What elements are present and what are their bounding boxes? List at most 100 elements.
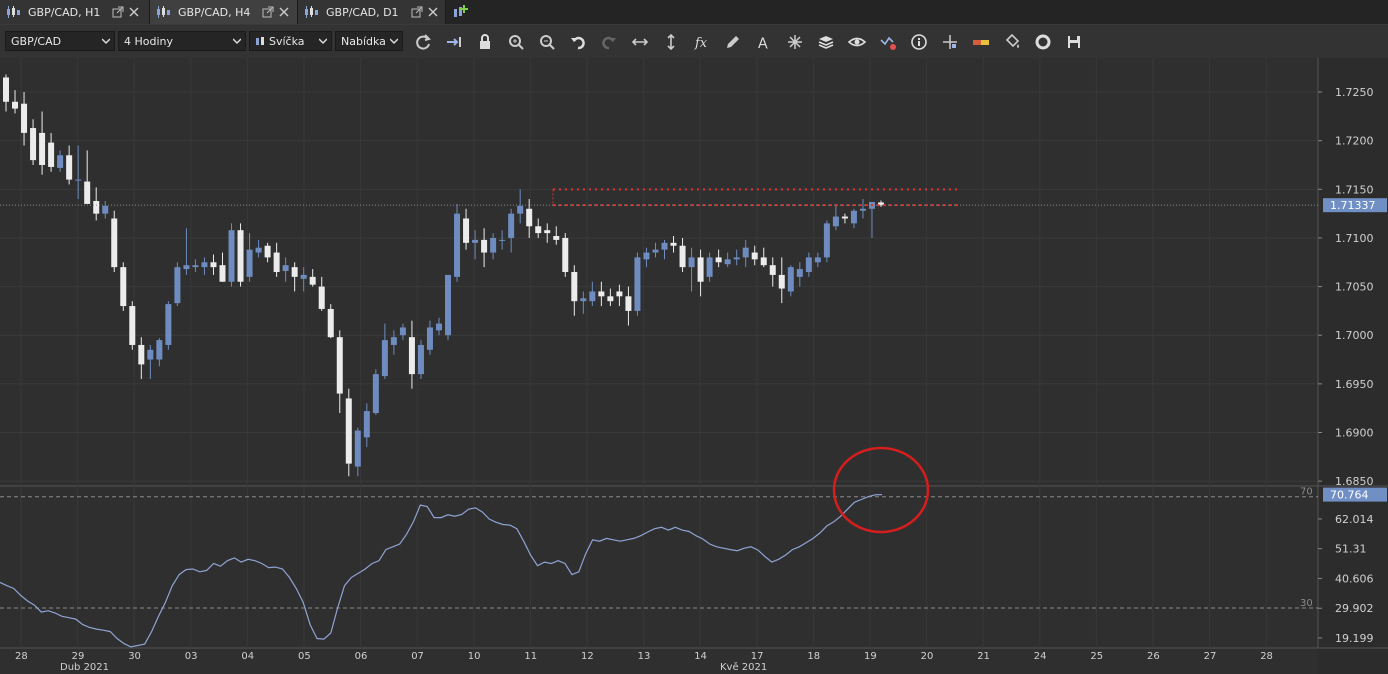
horizontal-arrows-icon — [631, 38, 649, 46]
candle-body — [291, 267, 298, 277]
close-icon[interactable] — [427, 6, 439, 18]
price-tick-label: 1.7050 — [1335, 281, 1374, 294]
tab-gbpcad-h1[interactable]: GBP/CAD, H1 — [0, 0, 150, 24]
price-tick-label: 1.7100 — [1335, 232, 1374, 245]
indicators-fx-icon: fx — [694, 36, 708, 51]
candle-body — [715, 257, 722, 263]
candle-body — [3, 77, 9, 102]
crosshair-star-button[interactable] — [783, 30, 807, 54]
chart-alert-button[interactable] — [876, 30, 900, 54]
eye-button[interactable] — [845, 30, 869, 54]
time-tick-label: 17 — [751, 651, 764, 662]
current-price-label: 1.71337 — [1330, 199, 1376, 212]
save-icon — [1068, 36, 1080, 48]
candle-body — [138, 344, 145, 365]
auto-scroll-button[interactable] — [442, 30, 466, 54]
cursor-cross-button[interactable] — [938, 30, 962, 54]
candle-icon — [256, 37, 264, 45]
vertical-arrows-button[interactable] — [659, 30, 683, 54]
popout-icon[interactable] — [411, 6, 423, 18]
candle-body — [174, 267, 181, 304]
candle-body — [75, 179, 82, 181]
pencil-button[interactable] — [721, 30, 745, 54]
candle-body — [724, 259, 731, 265]
price-tick-label: 1.7000 — [1335, 329, 1374, 342]
lock-button[interactable] — [473, 30, 497, 54]
time-tick-label: 19 — [864, 651, 877, 662]
rsi-tick-label: 40.606 — [1335, 572, 1374, 585]
time-tick-label: 10 — [468, 651, 481, 662]
candle-body — [499, 239, 506, 241]
candle-body — [237, 230, 244, 282]
horizontal-arrows-button[interactable] — [628, 30, 652, 54]
candle-body — [201, 262, 208, 268]
rsi-tick-label: 62.014 — [1335, 513, 1374, 526]
tab-gbpcad-h4[interactable]: GBP/CAD, H4 — [150, 0, 298, 24]
candle-body — [472, 239, 479, 243]
candle-body — [760, 257, 767, 266]
chart-toolbar: GBP/CAD 4 Hodiny Svíčka Nabídka fx A. — [0, 25, 1388, 59]
candle-body — [778, 274, 785, 289]
candle-chart-icon — [157, 6, 170, 18]
popout-icon[interactable] — [112, 6, 124, 18]
candle-body — [309, 276, 316, 285]
symbol-select[interactable]: GBP/CAD — [5, 31, 115, 51]
price-type-value: Nabídka — [341, 34, 386, 48]
chart-background — [0, 58, 1388, 674]
timeframe-select[interactable]: 4 Hodiny — [118, 31, 246, 51]
zoom-out-button[interactable] — [535, 30, 559, 54]
candle-body — [255, 247, 262, 253]
pencil-icon — [727, 36, 739, 48]
close-icon[interactable] — [278, 6, 290, 18]
candle-body — [508, 213, 515, 238]
tab-gbpcad-d1[interactable]: GBP/CAD, D1 — [298, 0, 446, 24]
candle-body — [21, 103, 28, 133]
tab-label: GBP/CAD, H1 — [28, 5, 101, 19]
text-button[interactable]: A. — [752, 30, 776, 54]
time-tick-label: 28 — [1260, 651, 1273, 662]
save-button[interactable] — [1062, 30, 1086, 54]
candle-body — [832, 216, 839, 227]
candle-body — [526, 208, 533, 227]
candle-body — [48, 142, 55, 167]
popout-icon[interactable] — [262, 6, 274, 18]
time-tick-label: 20 — [921, 651, 934, 662]
color-bar-button[interactable] — [969, 30, 993, 54]
settings-ring-button[interactable] — [1031, 30, 1055, 54]
candle-body — [616, 291, 623, 297]
candle-body — [733, 257, 740, 260]
candle-body — [544, 230, 551, 234]
indicators-fx-button[interactable]: fx — [690, 30, 714, 54]
chart-type-select[interactable]: Svíčka — [249, 31, 332, 51]
candle-body — [381, 340, 388, 377]
candle-body — [787, 267, 794, 292]
candle-body — [769, 265, 776, 275]
candle-body — [345, 398, 352, 464]
refresh-button[interactable] — [411, 30, 435, 54]
chart-alert-icon — [880, 36, 896, 50]
redo-button[interactable] — [597, 30, 621, 54]
candle-body — [652, 249, 659, 253]
price-chart-area[interactable]: 1.7250 1.7200 1.7150 1.7100 1.7050 1.7000 1.69… — [0, 58, 1388, 674]
undo-button[interactable] — [566, 30, 590, 54]
time-tick-label: 25 — [1090, 651, 1103, 662]
time-tick-label: 29 — [72, 651, 85, 662]
add-chart-icon[interactable] — [451, 3, 469, 21]
layers-button[interactable] — [814, 30, 838, 54]
candle-body — [841, 216, 848, 219]
auto-scroll-icon — [447, 37, 461, 47]
paint-bucket-button[interactable] — [1000, 30, 1024, 54]
time-tick-label: 30 — [128, 651, 141, 662]
zoom-in-button[interactable] — [504, 30, 528, 54]
rsi-tick-label: 51.31 — [1335, 543, 1367, 556]
candle-body — [111, 218, 118, 268]
close-icon[interactable] — [128, 6, 140, 18]
candle-body — [589, 291, 596, 302]
price-type-select[interactable]: Nabídka — [335, 31, 403, 51]
candle-body — [183, 265, 190, 270]
candle-chart-icon — [305, 6, 318, 18]
candle-body — [354, 430, 361, 467]
tab-bar: GBP/CAD, H1 GBP/CAD, H4 GBP/CAD, D1 — [0, 0, 1388, 25]
info-button[interactable] — [907, 30, 931, 54]
price-tick-label: 1.6950 — [1335, 378, 1374, 391]
